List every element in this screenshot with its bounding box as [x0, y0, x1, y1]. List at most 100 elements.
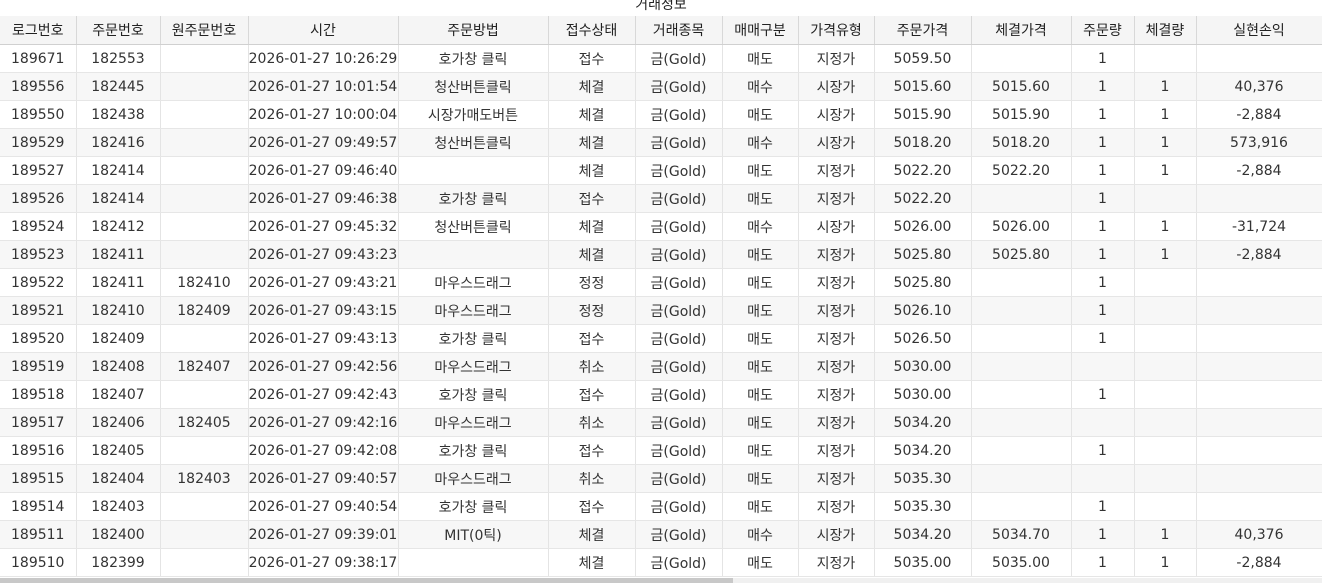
- col-header-fill-qty[interactable]: 체결량: [1134, 16, 1197, 45]
- cell-order-method: 마우스드래그: [398, 408, 549, 437]
- table-row[interactable]: 189521 182410 182409 2026-01-27 09:43:15 마우스…: [0, 296, 1323, 325]
- vertical-scrollbar[interactable]: [1322, 0, 1334, 583]
- table-row[interactable]: 189517 182406 182405 2026-01-27 09:42:16 마우스…: [0, 408, 1323, 437]
- cell-orig-order-no: [160, 156, 249, 185]
- cell-fill-price: 5025.80: [971, 240, 1072, 269]
- cell-side: 매수: [722, 72, 799, 101]
- cell-fill-price: [971, 44, 1072, 73]
- cell-item: 금(Gold): [635, 268, 723, 297]
- cell-order-method: MIT(0틱): [398, 520, 549, 549]
- cell-order-price: 5030.00: [874, 380, 972, 409]
- cell-time: 2026-01-27 10:26:29: [248, 44, 399, 73]
- table-row[interactable]: 189671 182553 2026-01-27 10:26:29 호가창 클릭 접수 금…: [0, 44, 1323, 73]
- col-header-orig-order-no[interactable]: 원주문번호: [160, 16, 249, 45]
- group-header-trade-info: 거래정보: [0, 0, 1322, 16]
- cell-price-type: 지정가: [798, 436, 875, 465]
- cell-fill-qty: 1: [1134, 520, 1197, 549]
- cell-order-method: 시장가매도버튼: [398, 100, 549, 129]
- cell-side: 매도: [722, 380, 799, 409]
- cell-fill-qty: [1134, 44, 1197, 73]
- cell-order-qty: 1: [1071, 296, 1135, 325]
- col-header-order-qty[interactable]: 주문량: [1071, 16, 1135, 45]
- col-header-item[interactable]: 거래종목: [635, 16, 723, 45]
- cell-order-method: 호가창 클릭: [398, 436, 549, 465]
- table-row[interactable]: 189550 182438 2026-01-27 10:00:04 시장가매도버튼 체결…: [0, 100, 1323, 129]
- cell-side: 매도: [722, 268, 799, 297]
- cell-item: 금(Gold): [635, 492, 723, 521]
- table-row[interactable]: 189527 182414 2026-01-27 09:46:40 체결 금(Gold)…: [0, 156, 1323, 185]
- cell-order-price: 5026.00: [874, 212, 972, 241]
- table-row[interactable]: 189519 182408 182407 2026-01-27 09:42:56 마우스…: [0, 352, 1323, 381]
- cell-side: 매도: [722, 548, 799, 577]
- cell-order-qty: 1: [1071, 436, 1135, 465]
- cell-fill-qty: 1: [1134, 156, 1197, 185]
- cell-order-no: 182416: [76, 128, 161, 157]
- horizontal-scrollbar-thumb[interactable]: [0, 578, 733, 583]
- col-header-price-type[interactable]: 가격유형: [798, 16, 875, 45]
- cell-fill-qty: [1134, 436, 1197, 465]
- cell-order-qty: 1: [1071, 324, 1135, 353]
- table-row[interactable]: 189514 182403 2026-01-27 09:40:54 호가창 클릭 접수 금…: [0, 492, 1323, 521]
- cell-item: 금(Gold): [635, 212, 723, 241]
- table-row[interactable]: 189520 182409 2026-01-27 09:43:13 호가창 클릭 접수 금…: [0, 324, 1323, 353]
- cell-fill-price: 5034.70: [971, 520, 1072, 549]
- cell-order-qty: 1: [1071, 520, 1135, 549]
- cell-order-price: 5015.60: [874, 72, 972, 101]
- table-row[interactable]: 189511 182400 2026-01-27 09:39:01 MIT(0틱) 체결…: [0, 520, 1323, 549]
- cell-time: 2026-01-27 09:42:16: [248, 408, 399, 437]
- table-row[interactable]: 189518 182407 2026-01-27 09:42:43 호가창 클릭 접수 금…: [0, 380, 1323, 409]
- col-header-fill-price[interactable]: 체결가격: [971, 16, 1072, 45]
- cell-receipt-status: 접수: [548, 324, 636, 353]
- cell-orig-order-no: [160, 184, 249, 213]
- cell-realized-pnl: [1196, 380, 1323, 409]
- table-row[interactable]: 189524 182412 2026-01-27 09:45:32 청산버튼클릭 체결 금…: [0, 212, 1323, 241]
- table-row[interactable]: 189526 182414 2026-01-27 09:46:38 호가창 클릭 접수 금…: [0, 184, 1323, 213]
- cell-price-type: 시장가: [798, 520, 875, 549]
- cell-orig-order-no: 182410: [160, 268, 249, 297]
- cell-fill-price: [971, 184, 1072, 213]
- table-row[interactable]: 189523 182411 2026-01-27 09:43:23 체결 금(Gold)…: [0, 240, 1323, 269]
- cell-fill-qty: [1134, 408, 1197, 437]
- table-row[interactable]: 189516 182405 2026-01-27 09:42:08 호가창 클릭 접수 금…: [0, 436, 1323, 465]
- cell-fill-price: 5026.00: [971, 212, 1072, 241]
- table-row[interactable]: 189522 182411 182410 2026-01-27 09:43:21 마우스…: [0, 268, 1323, 297]
- cell-orig-order-no: [160, 100, 249, 129]
- col-header-time[interactable]: 시간: [248, 16, 399, 45]
- cell-side: 매도: [722, 240, 799, 269]
- cell-fill-qty: [1134, 324, 1197, 353]
- table-row[interactable]: 189515 182404 182403 2026-01-27 09:40:57 마우스…: [0, 464, 1323, 493]
- cell-price-type: 시장가: [798, 128, 875, 157]
- cell-fill-price: 5015.60: [971, 72, 1072, 101]
- cell-orig-order-no: [160, 548, 249, 577]
- col-header-realized-pnl[interactable]: 실현손익: [1196, 16, 1323, 45]
- cell-price-type: 지정가: [798, 492, 875, 521]
- table-row[interactable]: 189556 182445 2026-01-27 10:01:54 청산버튼클릭 체결 금…: [0, 72, 1323, 101]
- cell-side: 매도: [722, 464, 799, 493]
- col-header-order-method[interactable]: 주문방법: [398, 16, 549, 45]
- cell-order-method: [398, 548, 549, 577]
- cell-price-type: 지정가: [798, 548, 875, 577]
- cell-realized-pnl: [1196, 352, 1323, 381]
- cell-order-no: 182403: [76, 492, 161, 521]
- col-header-receipt-status[interactable]: 접수상태: [548, 16, 636, 45]
- cell-receipt-status: 취소: [548, 352, 636, 381]
- cell-receipt-status: 정정: [548, 296, 636, 325]
- col-header-log-no[interactable]: 로그번호: [0, 16, 77, 45]
- cell-log-no: 189516: [0, 436, 77, 465]
- cell-order-price: 5059.50: [874, 44, 972, 73]
- cell-time: 2026-01-27 09:39:01: [248, 520, 399, 549]
- cell-price-type: 지정가: [798, 44, 875, 73]
- cell-order-no: 182414: [76, 184, 161, 213]
- cell-log-no: 189671: [0, 44, 77, 73]
- cell-time: 2026-01-27 09:38:17: [248, 548, 399, 577]
- col-header-side[interactable]: 매매구분: [722, 16, 799, 45]
- col-header-order-no[interactable]: 주문번호: [76, 16, 161, 45]
- cell-orig-order-no: [160, 436, 249, 465]
- cell-time: 2026-01-27 09:45:32: [248, 212, 399, 241]
- cell-order-qty: 1: [1071, 184, 1135, 213]
- col-header-order-price[interactable]: 주문가격: [874, 16, 972, 45]
- table-row[interactable]: 189529 182416 2026-01-27 09:49:57 청산버튼클릭 체결 금…: [0, 128, 1323, 157]
- table-row[interactable]: 189510 182399 2026-01-27 09:38:17 체결 금(Gold)…: [0, 548, 1323, 577]
- cell-receipt-status: 체결: [548, 240, 636, 269]
- cell-fill-price: [971, 352, 1072, 381]
